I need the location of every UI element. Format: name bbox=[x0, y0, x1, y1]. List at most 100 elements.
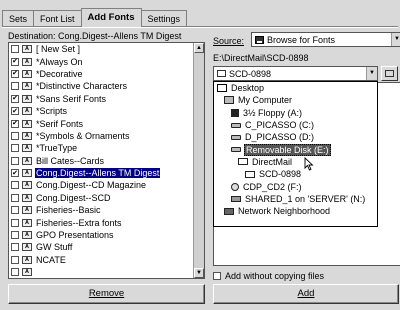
folder-tree-item[interactable]: DirectMail bbox=[214, 156, 377, 168]
drive-icon bbox=[231, 122, 241, 128]
folder-tree-item[interactable]: Network Neighborhood bbox=[214, 205, 377, 217]
folder-tree-item[interactable]: C_PICASSO (C:) bbox=[214, 119, 377, 131]
checkbox-icon[interactable] bbox=[11, 231, 19, 240]
folder-tree-label: Removable Disk (E:) bbox=[244, 143, 331, 156]
font-set-icon: A bbox=[22, 94, 32, 103]
drive-icon bbox=[231, 147, 241, 153]
folder-tree-dropdown[interactable]: Desktop My Computer 3½ Floppy (A:) C_PICASS… bbox=[213, 81, 378, 227]
list-item[interactable]: ✔ A *Scripts bbox=[9, 105, 193, 117]
checkbox-icon[interactable] bbox=[11, 144, 19, 153]
list-item[interactable]: A Cong.Digest--CD Magazine bbox=[9, 179, 193, 191]
checkbox-icon[interactable] bbox=[11, 218, 19, 227]
list-item[interactable]: A bbox=[9, 266, 193, 278]
font-set-icon: A bbox=[22, 255, 32, 264]
list-item[interactable]: ✔ A Cong.Digest--Allens TM Digest bbox=[9, 167, 193, 179]
add-without-copying-checkbox[interactable]: Add without copying files bbox=[213, 271, 324, 281]
folder-icon bbox=[217, 70, 226, 77]
list-item[interactable]: A [ New Set ] bbox=[9, 43, 193, 55]
folder-tree-item[interactable]: Removable Disk (E:) bbox=[214, 143, 377, 156]
source-select[interactable]: Browse for Fonts ▼ bbox=[251, 32, 400, 47]
folder-tree-item[interactable]: D_PICASSO (D:) bbox=[214, 131, 377, 143]
font-set-icon: A bbox=[22, 131, 32, 140]
checkbox-icon[interactable] bbox=[11, 45, 19, 54]
tab-settings[interactable]: Settings bbox=[140, 10, 188, 26]
font-set-list[interactable]: A [ New Set ] ✔ A *Always On ✔ A *Decorative A *D… bbox=[8, 42, 205, 279]
list-item-label: GPO Presentations bbox=[36, 230, 114, 241]
computer-icon bbox=[224, 96, 234, 105]
list-item[interactable]: A *TrueType bbox=[9, 142, 193, 154]
folder-tree-item[interactable]: 3½ Floppy (A:) bbox=[214, 107, 377, 119]
drive-icon bbox=[231, 134, 241, 140]
tab-panel-highlight bbox=[2, 27, 398, 28]
list-item[interactable]: ✔ A *Decorative bbox=[9, 68, 193, 80]
checkbox-icon[interactable]: ✔ bbox=[11, 169, 19, 178]
list-item[interactable]: A GW Stuff bbox=[9, 241, 193, 253]
checkbox-icon[interactable] bbox=[11, 82, 19, 91]
font-set-scrollbar[interactable]: ▲ ▼ bbox=[193, 43, 204, 278]
list-item[interactable]: A *Symbols & Ornaments bbox=[9, 130, 193, 142]
checkbox-icon[interactable] bbox=[11, 156, 19, 165]
font-set-icon: A bbox=[22, 156, 32, 165]
folder-tree-item[interactable]: SHARED_1 on 'SERVER' (N:) bbox=[214, 193, 377, 205]
list-item[interactable]: ✔ A *Always On bbox=[9, 55, 193, 67]
chevron-down-icon[interactable]: ▼ bbox=[391, 33, 400, 46]
list-item[interactable]: A GPO Presentations bbox=[9, 229, 193, 241]
checkbox-icon[interactable]: ✔ bbox=[11, 57, 19, 66]
remove-button[interactable]: Remove bbox=[8, 284, 205, 304]
checkbox-box[interactable] bbox=[213, 272, 221, 280]
add-button[interactable]: Add bbox=[213, 284, 399, 304]
list-item[interactable]: A Fisheries--Extra fonts bbox=[9, 216, 193, 228]
checkbox-icon[interactable]: ✔ bbox=[11, 69, 19, 78]
destination-label: Destination: Cong.Digest--Allens TM Dige… bbox=[8, 31, 182, 41]
font-set-icon: A bbox=[22, 181, 32, 190]
tab-sets[interactable]: Sets bbox=[2, 10, 35, 26]
checkbox-icon[interactable] bbox=[11, 193, 19, 202]
scroll-down-arrow-icon[interactable]: ▼ bbox=[194, 268, 204, 278]
tab-add-fonts[interactable]: Add Fonts bbox=[80, 8, 142, 27]
scroll-up-arrow-icon[interactable]: ▲ bbox=[194, 43, 204, 53]
net-icon bbox=[231, 195, 241, 202]
folder-tree-label: C_PICASSO (C:) bbox=[245, 120, 315, 131]
folder-tree-item[interactable]: My Computer bbox=[214, 94, 377, 106]
chevron-down-icon[interactable]: ▼ bbox=[366, 67, 377, 80]
folder-combo[interactable]: SCD-0898 ▼ bbox=[213, 66, 378, 81]
mouse-pointer-icon bbox=[304, 157, 314, 171]
up-one-level-button[interactable] bbox=[381, 66, 398, 81]
checkbox-icon[interactable] bbox=[11, 206, 19, 215]
checkbox-icon[interactable] bbox=[11, 181, 19, 190]
checkbox-icon[interactable]: ✔ bbox=[11, 107, 19, 116]
list-item-label: *Symbols & Ornaments bbox=[36, 130, 130, 141]
list-item[interactable]: ✔ A *Serif Fonts bbox=[9, 117, 193, 129]
list-item-label: *Scripts bbox=[36, 106, 68, 117]
font-set-icon: A bbox=[22, 268, 32, 277]
list-item-label: *Sans Serif Fonts bbox=[36, 93, 107, 104]
list-item-label: Fisheries--Extra fonts bbox=[36, 217, 122, 228]
font-set-rows: A [ New Set ] ✔ A *Always On ✔ A *Decorative A *D… bbox=[9, 43, 193, 278]
checkbox-icon[interactable]: ✔ bbox=[11, 94, 19, 103]
folder-tree-item[interactable]: Desktop bbox=[214, 82, 377, 94]
list-item-label: [ New Set ] bbox=[36, 44, 81, 55]
folder-tree-item[interactable]: CDP_CD2 (F:) bbox=[214, 180, 377, 192]
list-item-label: Cong.Digest--SCD bbox=[36, 192, 111, 203]
folder-icon bbox=[245, 170, 255, 178]
checkbox-icon[interactable] bbox=[11, 131, 19, 140]
list-item[interactable]: A Cong.Digest--SCD bbox=[9, 192, 193, 204]
list-item[interactable]: A Fisheries--Basic bbox=[9, 204, 193, 216]
tab-font-list[interactable]: Font List bbox=[33, 10, 82, 26]
source-label: Source: bbox=[213, 36, 244, 46]
font-set-icon: A bbox=[22, 45, 32, 54]
list-item[interactable]: A Bill Cates--Cards bbox=[9, 155, 193, 167]
list-item[interactable]: A NCATE bbox=[9, 254, 193, 266]
checkbox-icon[interactable]: ✔ bbox=[11, 119, 19, 128]
current-path: E:\DirectMail\SCD-0898 bbox=[213, 53, 309, 63]
checkbox-icon[interactable] bbox=[11, 268, 19, 277]
font-set-icon: A bbox=[22, 107, 32, 116]
folder-tree-label: D_PICASSO (D:) bbox=[245, 132, 315, 143]
checkbox-icon[interactable] bbox=[11, 243, 19, 252]
list-item[interactable]: ✔ A *Sans Serif Fonts bbox=[9, 93, 193, 105]
font-set-icon: A bbox=[22, 69, 32, 78]
folder-tree-item[interactable]: SCD-0898 bbox=[214, 168, 377, 180]
list-item[interactable]: A *Distinctive Characters bbox=[9, 80, 193, 92]
checkbox-icon[interactable] bbox=[11, 255, 19, 264]
floppy-icon bbox=[231, 108, 239, 117]
